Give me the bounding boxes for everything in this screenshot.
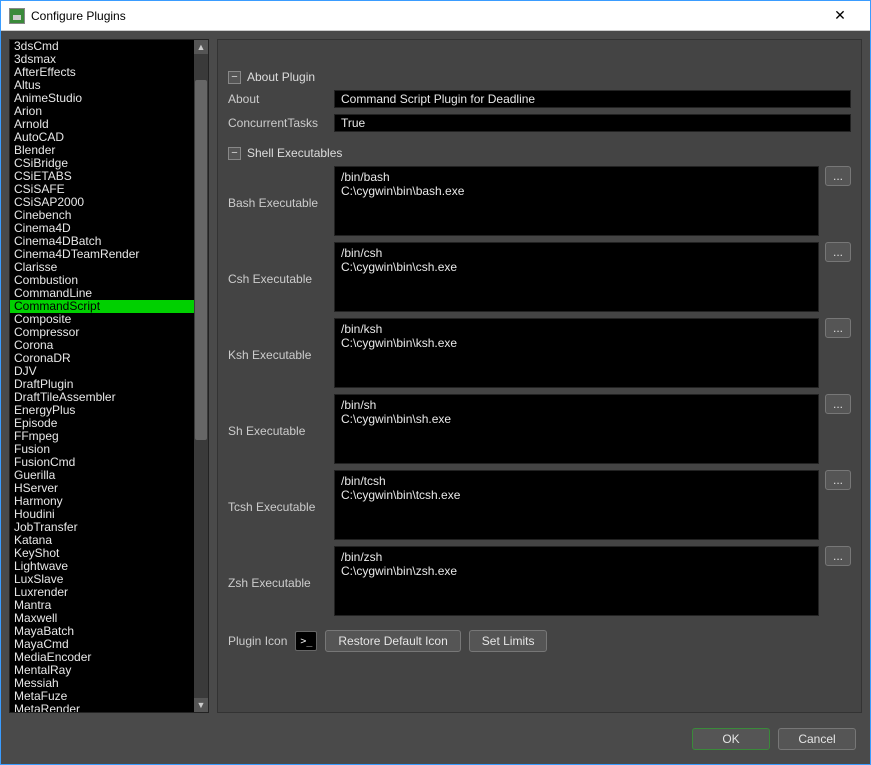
field-row: Sh Executable... (228, 394, 851, 464)
browse-button[interactable]: ... (825, 394, 851, 414)
scroll-thumb[interactable] (195, 80, 207, 440)
executable-paths-input[interactable] (334, 546, 819, 616)
field-label: About (228, 90, 328, 106)
about-section-header: − About Plugin (228, 70, 851, 84)
shell-section-title: Shell Executables (247, 146, 342, 160)
browse-button[interactable]: ... (825, 470, 851, 490)
executable-paths-input[interactable] (334, 470, 819, 540)
executable-paths-input[interactable] (334, 394, 819, 464)
field-input[interactable] (334, 90, 851, 108)
shell-section-header: − Shell Executables (228, 146, 851, 160)
window-title: Configure Plugins (31, 9, 818, 23)
browse-button[interactable]: ... (825, 166, 851, 186)
app-icon (9, 8, 25, 24)
close-button[interactable]: ✕ (818, 2, 862, 30)
plugin-icon-label: Plugin Icon (228, 634, 287, 648)
field-row: Zsh Executable... (228, 546, 851, 616)
browse-button[interactable]: ... (825, 242, 851, 262)
field-row: Csh Executable... (228, 242, 851, 312)
plugin-list: 3dsCmd3dsmaxAfterEffectsAltusAnimeStudio… (9, 39, 209, 713)
scroll-up-icon[interactable]: ▲ (194, 40, 208, 54)
browse-button[interactable]: ... (825, 546, 851, 566)
dialog-footer: OK Cancel (1, 721, 870, 757)
field-label: Csh Executable (228, 242, 328, 286)
field-row: ConcurrentTasks (228, 114, 851, 132)
plugin-item[interactable]: MetaRender (10, 703, 208, 712)
plugin-item[interactable]: CoronaDR (10, 352, 208, 365)
field-label: ConcurrentTasks (228, 114, 328, 130)
sidebar-scrollbar[interactable]: ▲ ▼ (194, 40, 208, 712)
titlebar: Configure Plugins ✕ (1, 1, 870, 31)
cancel-button[interactable]: Cancel (778, 728, 856, 750)
browse-button[interactable]: ... (825, 318, 851, 338)
collapse-icon[interactable]: − (228, 147, 241, 160)
field-input[interactable] (334, 114, 851, 132)
field-row: Tcsh Executable... (228, 470, 851, 540)
field-label: Sh Executable (228, 394, 328, 438)
terminal-icon: >_ (295, 631, 317, 651)
field-row: Bash Executable... (228, 166, 851, 236)
field-label: Zsh Executable (228, 546, 328, 590)
field-label: Tcsh Executable (228, 470, 328, 514)
scroll-down-icon[interactable]: ▼ (194, 698, 208, 712)
field-row: About (228, 90, 851, 108)
restore-default-icon-button[interactable]: Restore Default Icon (325, 630, 460, 652)
set-limits-button[interactable]: Set Limits (469, 630, 548, 652)
content-area: 3dsCmd3dsmaxAfterEffectsAltusAnimeStudio… (1, 31, 870, 721)
field-row: Ksh Executable... (228, 318, 851, 388)
plugin-icon-row: Plugin Icon >_ Restore Default Icon Set … (228, 630, 851, 652)
field-label: Bash Executable (228, 166, 328, 210)
ok-button[interactable]: OK (692, 728, 770, 750)
plugin-settings-panel: − About Plugin About ConcurrentTasks − Sh… (217, 39, 862, 713)
about-section-title: About Plugin (247, 70, 315, 84)
collapse-icon[interactable]: − (228, 71, 241, 84)
field-label: Ksh Executable (228, 318, 328, 362)
executable-paths-input[interactable] (334, 166, 819, 236)
executable-paths-input[interactable] (334, 318, 819, 388)
executable-paths-input[interactable] (334, 242, 819, 312)
